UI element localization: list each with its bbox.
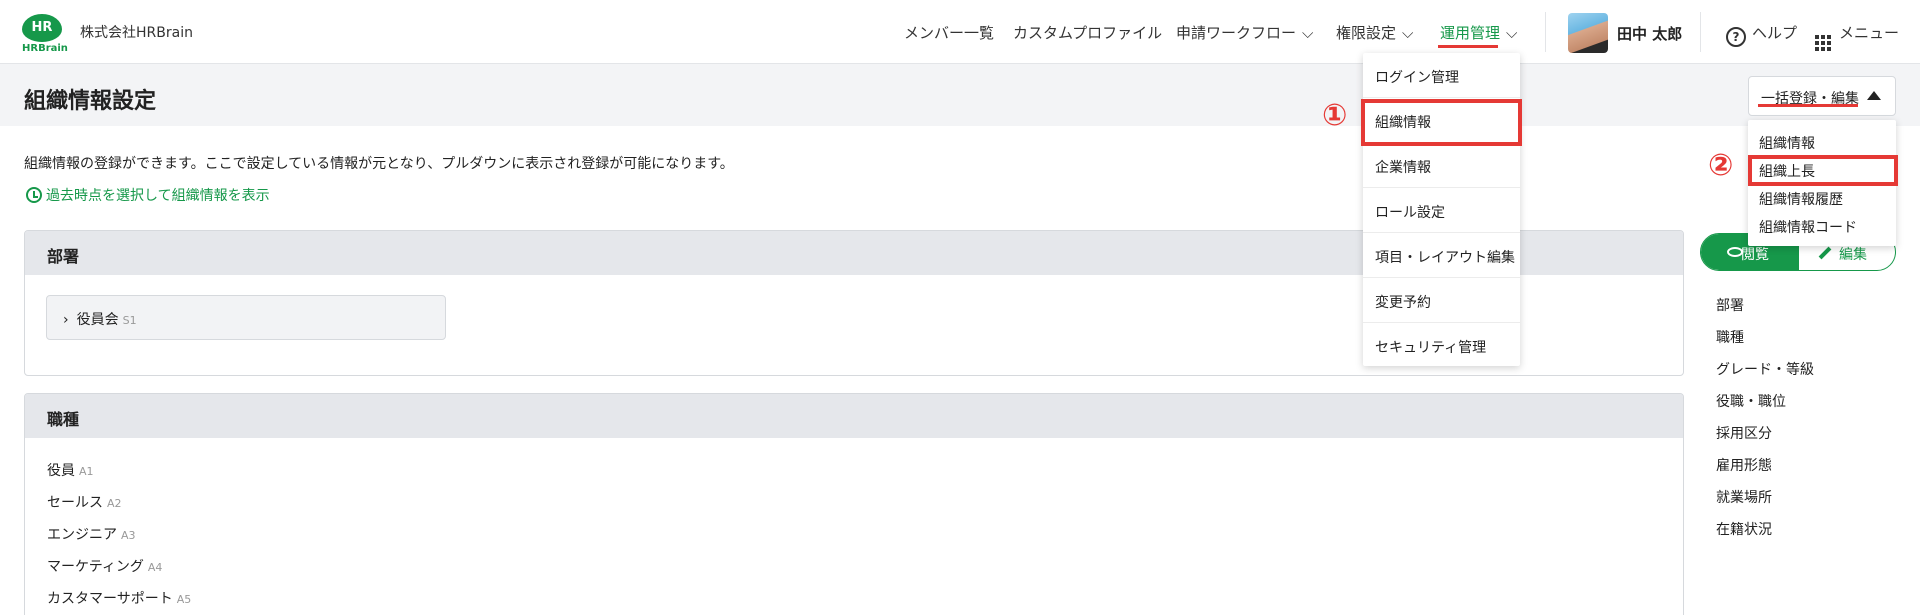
job-type-heading: 職種 [25, 394, 1683, 438]
past-time-link-label: 過去時点を選択して組織情報を表示 [46, 188, 270, 204]
menu-item-scheduled-change[interactable]: 変更予約 [1363, 278, 1520, 323]
app-header: HR HRBrain 株式会社HRBrain メンバー一覧 カスタムプロファイル… [0, 0, 1920, 64]
logo-mark: HR [22, 14, 62, 42]
anchor-link[interactable]: 在籍状況 [1716, 519, 1772, 539]
question-circle-icon: ? [1726, 27, 1746, 47]
caret-up-icon [1867, 91, 1881, 100]
job-type-label: 役員 [47, 463, 75, 479]
page-description: 組織情報の登録ができます。ここで設定している情報が元となり、プルダウンに表示され… [24, 156, 734, 172]
job-type-label: カスタマーサポート [47, 591, 173, 607]
list-item: エンジニア A3 [47, 524, 136, 544]
chevron-down-icon: ⌵ [1506, 24, 1518, 42]
job-type-label: マーケティング [47, 559, 144, 575]
user-name[interactable]: 田中 太郎 [1617, 23, 1682, 44]
step-1-marker: ① [1322, 98, 1348, 133]
menu-item-org-history[interactable]: 組織情報履歴 [1759, 189, 1843, 209]
anchor-link[interactable]: 部署 [1716, 295, 1744, 315]
job-type-code: A1 [79, 465, 94, 478]
job-type-code: A3 [121, 529, 136, 542]
job-type-code: A2 [107, 497, 122, 510]
hrbrain-logo[interactable]: HR HRBrain [22, 14, 68, 54]
menu-item-org-code[interactable]: 組織情報コード [1759, 217, 1857, 237]
nav-permissions-label: 権限設定 [1336, 24, 1397, 42]
menu-item-security[interactable]: セキュリティ管理 [1363, 323, 1520, 368]
nav-operations-label: 運用管理 [1440, 24, 1501, 42]
anchor-link[interactable]: 雇用形態 [1716, 455, 1772, 475]
tree-item-label: 役員会 [76, 312, 119, 328]
tree-item-code: S1 [122, 314, 137, 327]
anchor-link[interactable]: 職種 [1716, 327, 1744, 347]
pencil-icon [1818, 246, 1832, 260]
divider [1545, 12, 1546, 52]
edit-label: 編集 [1839, 247, 1867, 263]
chevron-right-icon: › [63, 312, 69, 328]
nav-member-list[interactable]: メンバー一覧 [904, 22, 994, 43]
menu-item-role[interactable]: ロール設定 [1363, 188, 1520, 233]
bulk-edit-button[interactable]: 一括登録・編集 [1748, 76, 1896, 116]
nav-operations-highlight [1438, 45, 1498, 48]
help-button[interactable]: ? ヘルプ [1726, 22, 1797, 47]
menu-item-layout[interactable]: 項目・レイアウト編集 [1363, 233, 1520, 278]
chevron-down-icon: ⌵ [1302, 24, 1314, 42]
nav-operations[interactable]: 運用管理 ⌵ [1440, 22, 1517, 43]
title-bar [0, 64, 1920, 126]
step-2-marker: ② [1708, 148, 1734, 183]
menu-label: メニュー [1839, 24, 1900, 42]
nav-custom-profile[interactable]: カスタムプロファイル [1013, 22, 1162, 43]
anchor-link[interactable]: 役職・職位 [1716, 391, 1786, 411]
job-type-code: A5 [176, 593, 192, 606]
job-type-label: セールス [47, 495, 103, 511]
user-avatar[interactable] [1568, 13, 1608, 53]
nav-member-list-label: メンバー一覧 [904, 24, 995, 42]
nav-custom-profile-label: カスタムプロファイル [1013, 24, 1163, 42]
menu-button[interactable]: メニュー [1815, 22, 1899, 51]
highlight-box-org-head [1748, 155, 1898, 186]
nav-workflow-label: 申請ワークフロー [1176, 24, 1297, 42]
list-item: マーケティング A4 [47, 556, 162, 576]
page-title: 組織情報設定 [24, 89, 157, 114]
job-type-card: 職種 役員 A1 セールス A2 エンジニア A3 マーケティング A4 カスタマーサポ… [24, 393, 1684, 615]
view-label: 閲覧 [1741, 247, 1769, 263]
eye-icon [1727, 247, 1743, 257]
menu-item-login[interactable]: ログイン管理 [1363, 53, 1520, 98]
menu-item-org-info[interactable]: 組織情報 [1759, 133, 1815, 153]
nav-permissions[interactable]: 権限設定 ⌵ [1336, 22, 1413, 43]
divider [1700, 12, 1701, 52]
job-type-code: A4 [147, 561, 163, 574]
past-time-link[interactable]: 過去時点を選択して組織情報を表示 [26, 185, 270, 205]
chevron-down-icon: ⌵ [1402, 24, 1414, 42]
anchor-link[interactable]: グレード・等級 [1716, 359, 1814, 379]
menu-item-company-info[interactable]: 企業情報 [1363, 143, 1520, 188]
anchor-link[interactable]: 就業場所 [1716, 487, 1772, 507]
anchor-link[interactable]: 採用区分 [1716, 423, 1772, 443]
grid-icon [1815, 35, 1831, 51]
company-name: 株式会社HRBrain [80, 25, 193, 41]
job-type-label: エンジニア [47, 527, 117, 543]
logo-text: HRBrain [22, 43, 68, 54]
clock-icon [26, 187, 42, 203]
tree-item-board[interactable]: › 役員会 S1 [46, 295, 446, 340]
list-item: セールス A2 [47, 492, 122, 512]
nav-workflow[interactable]: 申請ワークフロー ⌵ [1176, 22, 1313, 43]
bulk-edit-highlight [1758, 104, 1858, 107]
list-item: カスタマーサポート A5 [47, 588, 191, 608]
highlight-box-org-info [1361, 99, 1522, 146]
list-item: 役員 A1 [47, 460, 94, 480]
help-label: ヘルプ [1752, 24, 1798, 42]
